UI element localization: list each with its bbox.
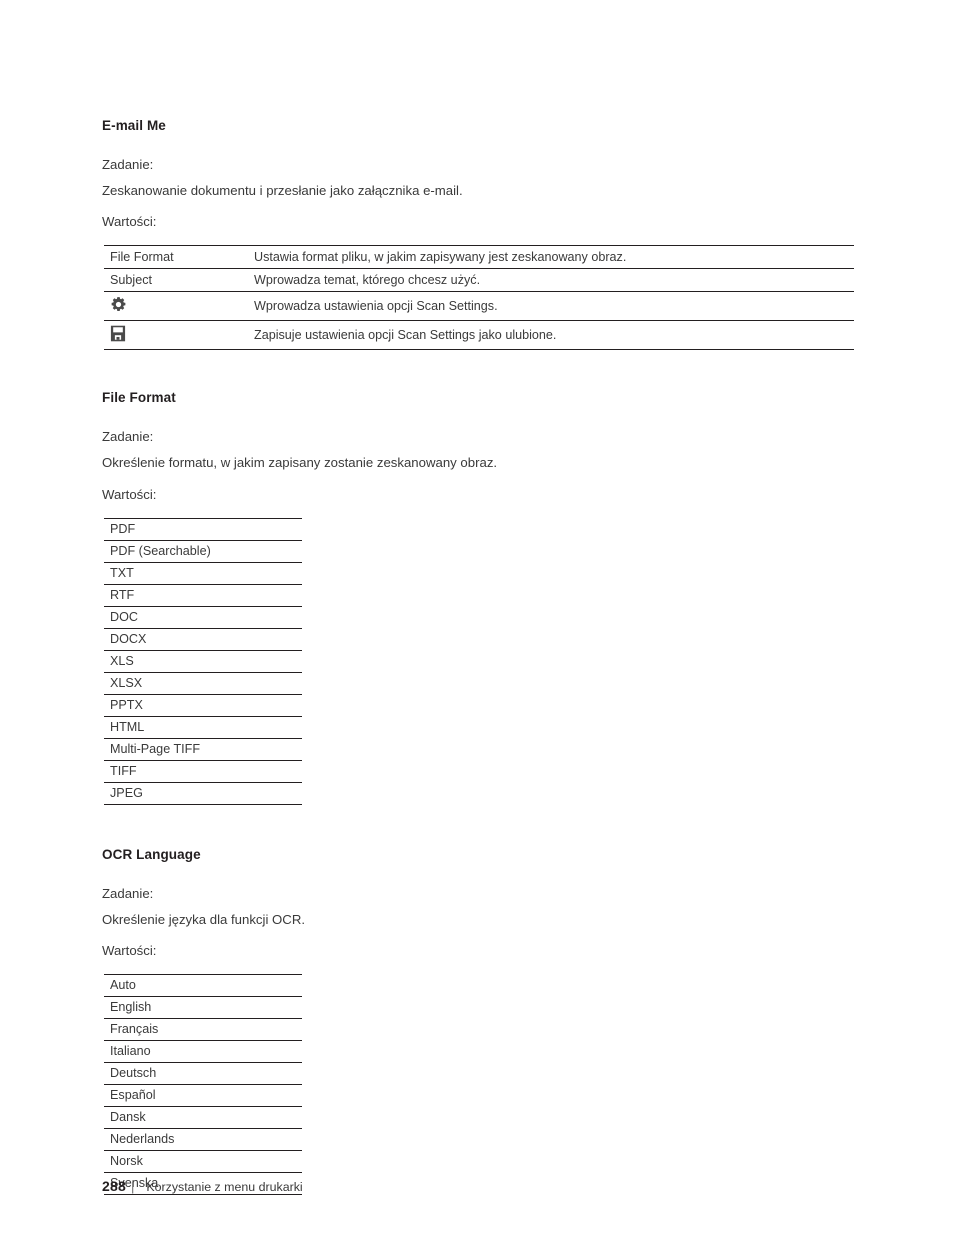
list-item: PDF (Searchable) [104,539,302,563]
purpose-label: Zadanie: [102,885,154,901]
footer-chapter-title: Korzystanie z menu drukarki [146,1180,303,1194]
value-cell: RTF [104,583,302,607]
document-page: E-mail Me Zadanie: Zeskanowanie dokument… [0,0,954,1237]
value-cell: Norsk [104,1149,302,1173]
list-item: TIFF [104,759,302,783]
list-item: HTML [104,715,302,739]
row-key: File Format [104,245,244,269]
list-item: XLS [104,649,302,673]
section-title: OCR Language [102,846,201,862]
section-title: E-mail Me [102,118,166,133]
list-item: Auto [104,973,302,997]
footer-separator: | [130,1179,135,1194]
values-label: Wartości: [102,486,157,502]
value-cell: DOC [104,605,302,629]
list-item: TXT [104,561,302,585]
list-item: Italiano [104,1039,302,1063]
value-cell: PDF (Searchable) [104,539,302,563]
list-item: Norsk [104,1149,302,1173]
list-item: XLSX [104,671,302,695]
values-label: Wartości: [102,214,157,230]
row-value: Wprowadza ustawienia opcji Scan Settings… [244,291,854,321]
table-row: Wprowadza ustawienia opcji Scan Settings… [104,291,854,321]
list-item: RTF [104,583,302,607]
list-item: Dansk [104,1105,302,1129]
row-key-icon [104,320,244,351]
list-item: Français [104,1017,302,1041]
value-cell: Italiano [104,1039,302,1063]
value-cell: PPTX [104,693,302,717]
value-cell: XLSX [104,671,302,695]
list-item: DOCX [104,627,302,651]
purpose-text: Określenie języka dla funkcji OCR. [102,911,306,927]
value-cell: TIFF [104,759,302,783]
value-cell: TXT [104,561,302,585]
value-cell: Español [104,1083,302,1107]
section-ocr-language: OCR Language Zadanie: Określenie języka … [102,847,862,1195]
list-item: PDF [104,517,302,541]
value-cell: JPEG [104,781,302,805]
purpose-label: Zadanie: [102,429,154,445]
values-label: Wartości: [102,942,157,958]
file-format-values-table: PDF PDF (Searchable) TXT RTF DOC DOCX XL… [104,517,302,805]
list-item: Multi-Page TIFF [104,737,302,761]
value-cell: XLS [104,649,302,673]
purpose-text: Określenie formatu, w jakim zapisany zos… [102,455,498,471]
list-item: JPEG [104,781,302,805]
list-item: English [104,995,302,1019]
gear-icon [110,296,127,313]
list-item: Deutsch [104,1061,302,1085]
table-row: Subject Wprowadza temat, którego chcesz … [104,268,854,292]
ocr-language-values-table: Auto English Français Italiano Deutsch E… [104,973,302,1195]
value-cell: Multi-Page TIFF [104,737,302,761]
row-key-icon [104,291,244,321]
page-number: 288 [102,1178,126,1194]
row-value: Wprowadza temat, którego chcesz użyć. [244,268,854,292]
row-value: Zapisuje ustawienia opcji Scan Settings … [244,320,854,351]
value-cell: HTML [104,715,302,739]
value-cell: Auto [104,973,302,997]
purpose-label: Zadanie: [102,157,154,172]
list-item: PPTX [104,693,302,717]
value-cell: Nederlands [104,1127,302,1151]
row-key: Subject [104,268,244,292]
list-item: DOC [104,605,302,629]
list-item: Nederlands [104,1127,302,1151]
row-value: Ustawia format pliku, w jakim zapisywany… [244,245,854,269]
value-cell: PDF [104,517,302,541]
floppy-disk-save-icon [110,325,126,342]
value-cell: Français [104,1017,302,1041]
value-cell: Deutsch [104,1061,302,1085]
value-cell: English [104,995,302,1019]
table-row: Zapisuje ustawienia opcji Scan Settings … [104,320,854,351]
page-content: E-mail Me Zadanie: Zeskanowanie dokument… [102,118,862,1195]
purpose-text: Zeskanowanie dokumentu i przesłanie jako… [102,183,463,199]
page-footer: 288 | Korzystanie z menu drukarki [102,1178,303,1194]
value-cell: DOCX [104,627,302,651]
section-file-format: File Format Zadanie: Określenie formatu,… [102,390,862,805]
settings-description-table: File Format Ustawia format pliku, w jaki… [104,245,854,351]
section-email-me: E-mail Me Zadanie: Zeskanowanie dokument… [102,118,862,351]
section-title: File Format [102,390,176,406]
table-row: File Format Ustawia format pliku, w jaki… [104,245,854,269]
value-cell: Dansk [104,1105,302,1129]
list-item: Español [104,1083,302,1107]
